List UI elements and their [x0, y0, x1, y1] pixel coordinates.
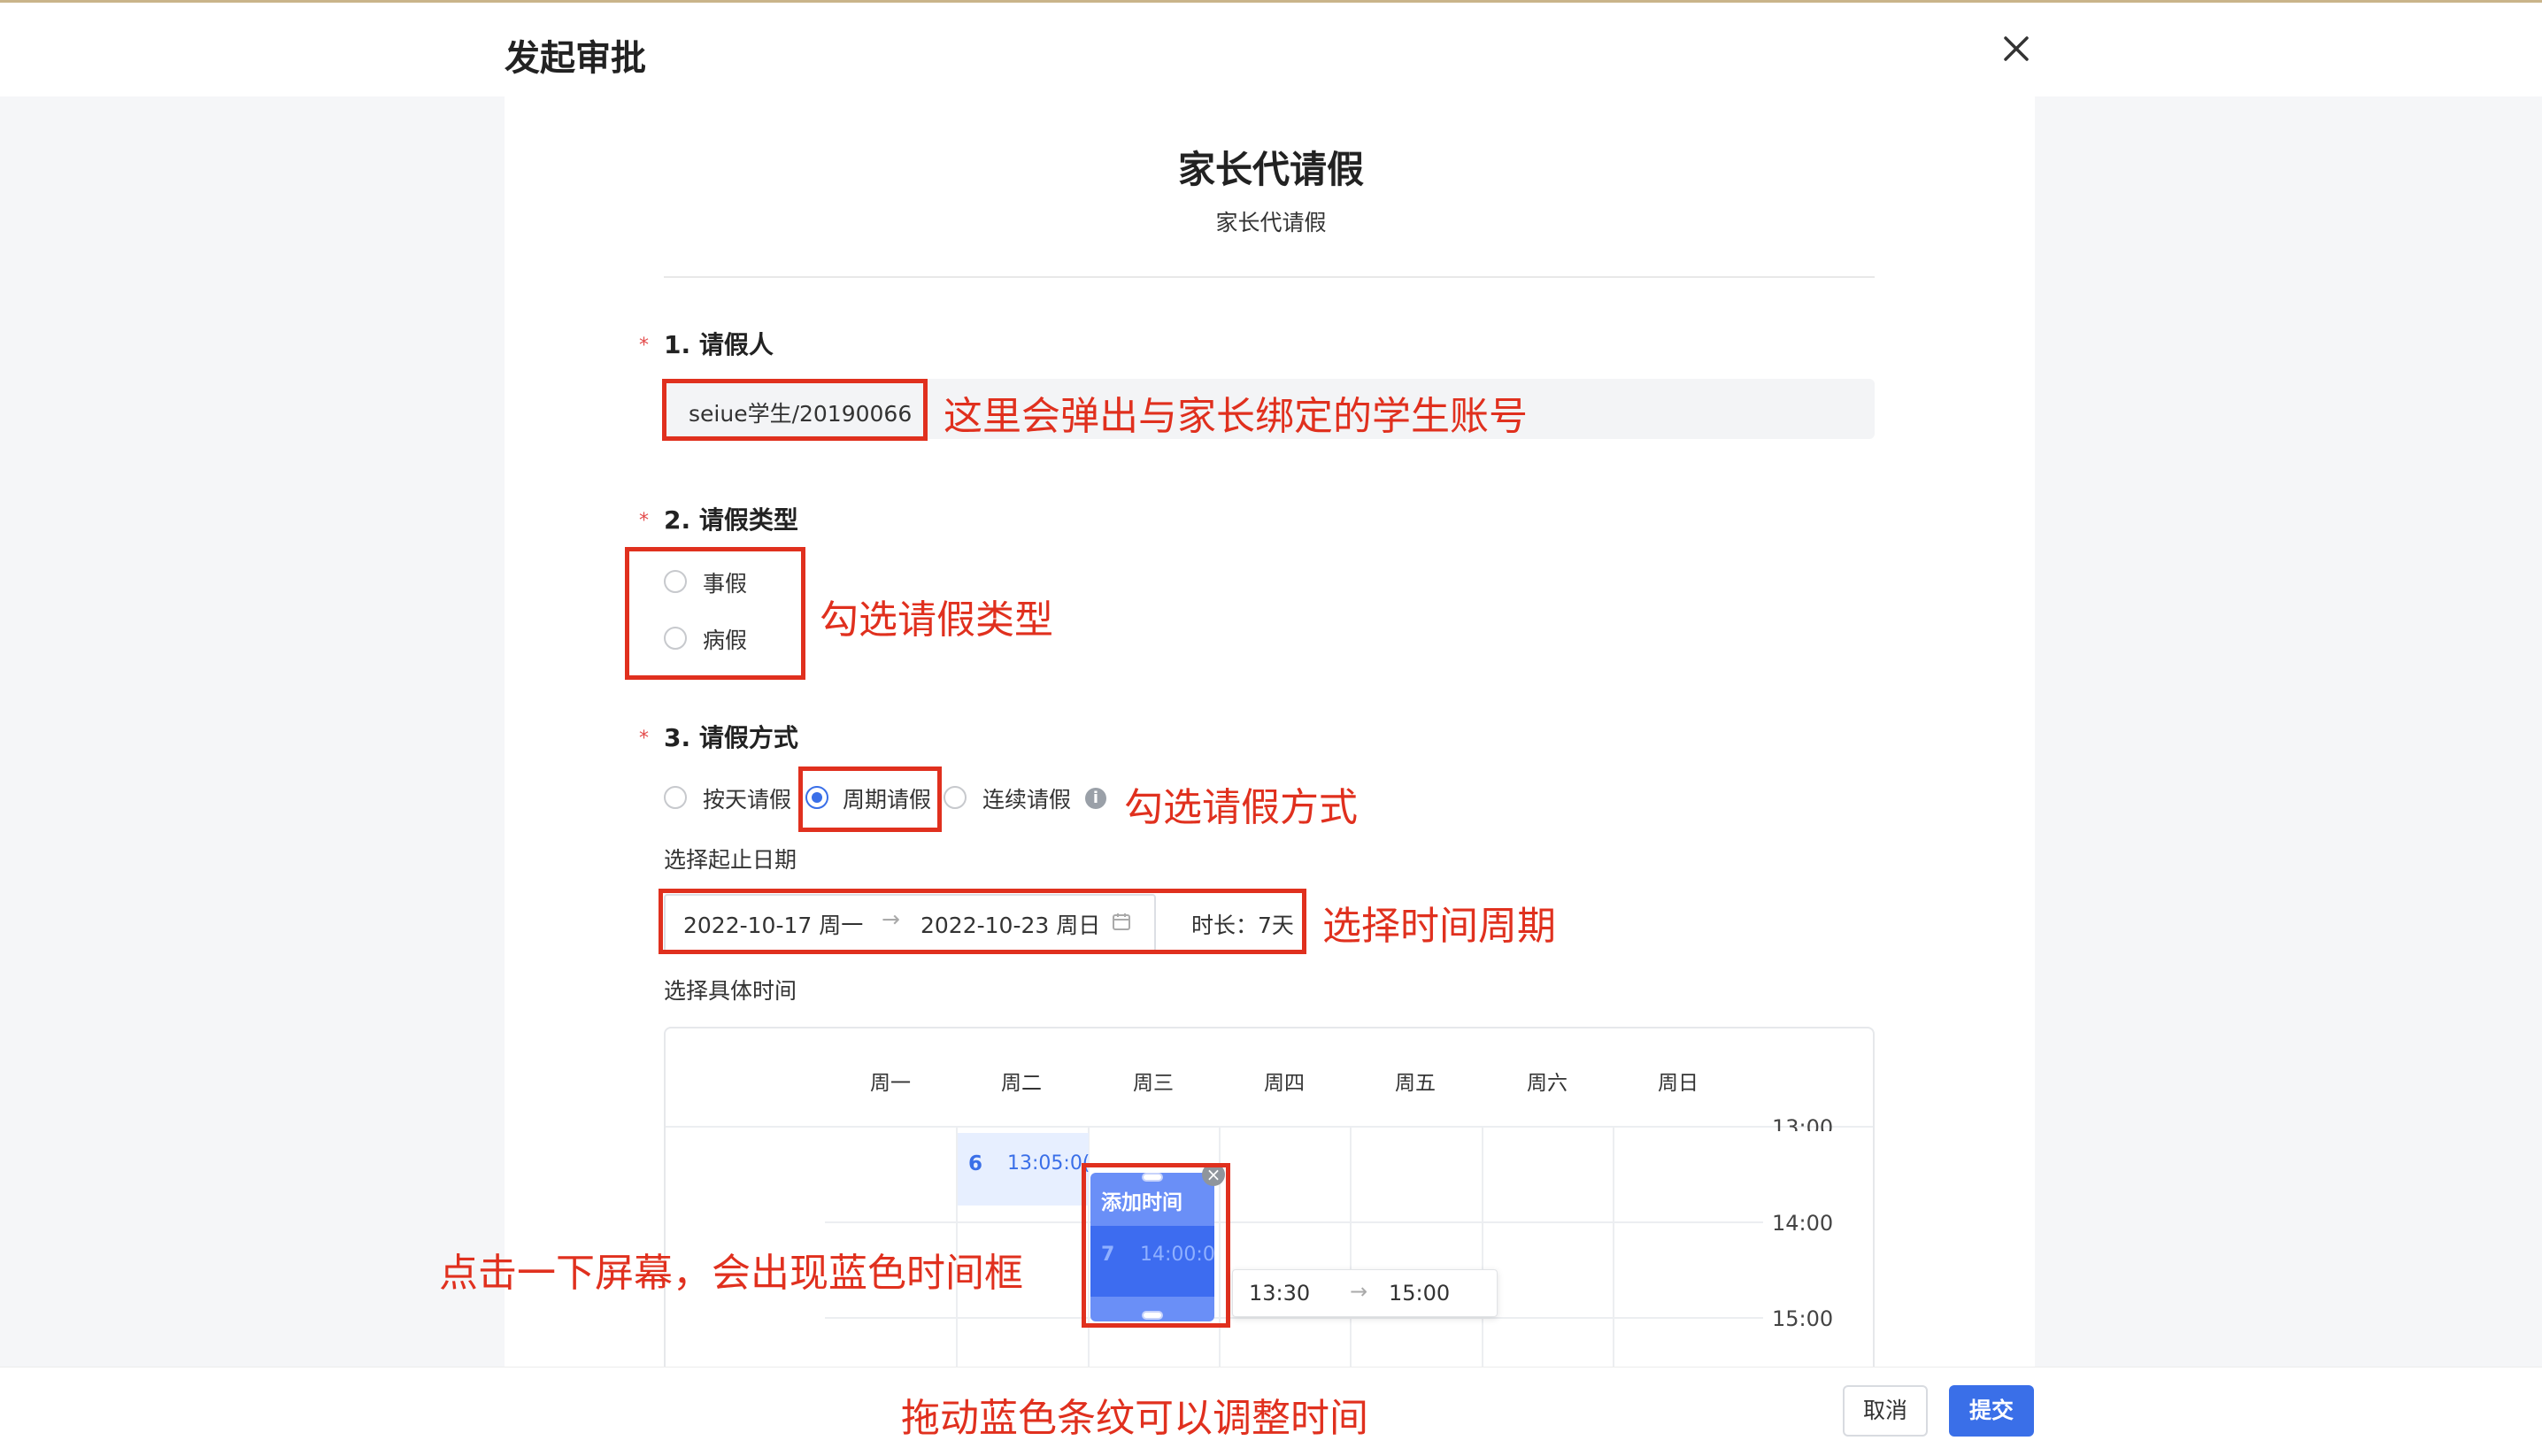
dialog-header: 发起审批	[0, 3, 2542, 96]
form-subtitle: 家长代请假	[1215, 210, 1327, 235]
annotation-text: 勾选请假方式	[1124, 785, 1358, 830]
annotation-text: 拖动蓝色条纹可以调整时间	[901, 1396, 1368, 1441]
close-icon[interactable]	[1997, 29, 2036, 68]
event-time: 13:05:0(	[1007, 1152, 1090, 1175]
time-label: 15:00	[1772, 1306, 1834, 1331]
day-header-wed: 周三	[1133, 1072, 1174, 1095]
info-icon[interactable]: i	[1085, 788, 1106, 809]
required-mark: *	[639, 728, 649, 750]
time-label: 14:00	[1772, 1211, 1834, 1236]
required-mark: *	[639, 510, 649, 532]
annotation-box	[662, 379, 928, 441]
date-range-label: 选择起止日期	[664, 847, 797, 873]
radio-mode-continuous[interactable]	[944, 786, 967, 809]
popup-start-time: 13:30	[1249, 1281, 1311, 1306]
annotation-text: 这里会弹出与家长绑定的学生账号	[944, 394, 1528, 439]
annotation-text: 点击一下屏幕，会出现蓝色时间框	[439, 1251, 1023, 1296]
grid-line	[1482, 1126, 1483, 1379]
question-1-label: 1. 请假人	[664, 330, 774, 359]
required-mark: *	[639, 335, 649, 357]
day-header-sun: 周日	[1658, 1072, 1699, 1095]
grid-line	[825, 1221, 1763, 1223]
radio-mode-daily[interactable]	[664, 786, 687, 809]
time-label: 13:00	[1772, 1115, 1834, 1131]
event-number: 6	[968, 1152, 983, 1175]
day-header-tue: 周二	[1001, 1072, 1042, 1095]
grid-line	[1350, 1126, 1352, 1379]
question-3-label: 3. 请假方式	[664, 723, 798, 752]
radio-label: 按天请假	[703, 787, 792, 813]
annotation-box	[1082, 1163, 1230, 1328]
question-2-label: 2. 请假类型	[664, 505, 798, 535]
form-title: 家长代请假	[1177, 148, 1364, 191]
day-header-fri: 周五	[1395, 1072, 1436, 1095]
annotation-box	[625, 547, 805, 680]
divider	[664, 276, 1875, 278]
time-select-label: 选择具体时间	[664, 978, 797, 1004]
time-range-popup[interactable]: 13:30 → 15:00	[1232, 1269, 1498, 1317]
day-header-sat: 周六	[1527, 1072, 1568, 1095]
cancel-button[interactable]: 取消	[1843, 1385, 1928, 1437]
grid-line	[825, 1317, 1763, 1319]
annotation-text: 勾选请假类型	[820, 597, 1053, 643]
week-calendar[interactable]: 周一 周二 周三 周四 周五 周六 周日 13:00 14:00 15:00 6…	[664, 1027, 1875, 1381]
existing-time-block[interactable]: 6 13:05:0(	[958, 1133, 1090, 1206]
annotation-box	[659, 889, 1306, 954]
popup-end-time: 15:00	[1389, 1281, 1451, 1306]
annotation-text: 选择时间周期	[1322, 904, 1556, 949]
day-header-thu: 周四	[1264, 1072, 1305, 1095]
dialog-title: 发起审批	[505, 38, 646, 79]
submit-button[interactable]: 提交	[1949, 1385, 2034, 1437]
grid-line	[666, 1126, 1873, 1128]
annotation-box	[798, 767, 942, 832]
grid-line	[1613, 1126, 1614, 1379]
day-header-mon: 周一	[870, 1072, 911, 1095]
arrow-right-icon: →	[1350, 1279, 1368, 1304]
radio-label: 连续请假	[982, 787, 1072, 813]
